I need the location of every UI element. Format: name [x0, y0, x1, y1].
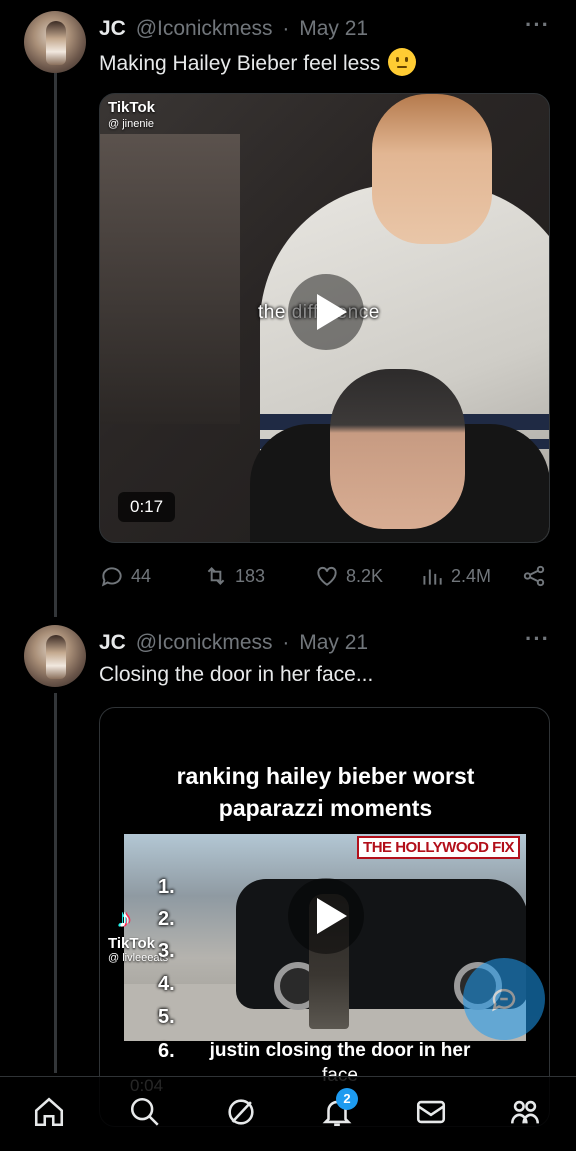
avatar[interactable] [24, 11, 86, 73]
timestamp[interactable]: May 21 [299, 17, 368, 40]
repost-icon [207, 567, 225, 585]
video-player[interactable]: TikTok @ jinenie the difference 0:17 [99, 93, 550, 543]
tiktok-logo-icon: ♪ [118, 903, 131, 933]
tweet-actions: 44 183 8.2K 2.4M [99, 563, 559, 593]
display-name[interactable]: JC [99, 17, 126, 40]
like-button[interactable]: 8.2K [314, 563, 383, 589]
messages-icon[interactable] [414, 1095, 448, 1129]
timestamp[interactable]: May 21 [299, 631, 368, 654]
heart-icon [317, 566, 337, 586]
video-title-line1: ranking hailey bieber worst [176, 763, 475, 789]
repost-count: 183 [235, 565, 266, 586]
more-options-icon[interactable]: ··· [525, 12, 550, 38]
display-name[interactable]: JC [99, 631, 126, 654]
avatar[interactable] [24, 625, 86, 687]
tiktok-logo-text: TikTok [108, 935, 155, 952]
video-title-line2: paparazzi moments [218, 795, 433, 821]
tweet-header: JC @Iconickmess · May 21 [99, 16, 368, 42]
tiktok-watermark: TikTok @ jinenie [108, 100, 155, 132]
play-icon[interactable] [288, 878, 364, 954]
reply-count: 44 [131, 565, 152, 586]
tweet-header: JC @Iconickmess · May 21 [99, 630, 368, 656]
rank-6-caption-line1: justin closing the door in her [209, 1040, 471, 1061]
user-handle[interactable]: @Iconickmess [136, 631, 273, 654]
separator: · [282, 17, 290, 40]
notifications-badge: 2 [336, 1088, 358, 1110]
home-icon[interactable] [32, 1095, 66, 1129]
rank-6: 6. [158, 1040, 175, 1062]
view-count: 2.4M [451, 565, 492, 586]
repost-button[interactable]: 183 [203, 563, 265, 589]
confused-face-icon [388, 48, 417, 76]
separator: · [282, 631, 290, 654]
compose-icon [492, 988, 516, 1012]
tiktok-watermark-handle: @ jinenie [108, 118, 155, 130]
play-icon[interactable] [288, 274, 364, 350]
grok-icon[interactable] [224, 1095, 258, 1129]
reply-icon [101, 567, 122, 587]
thread-line-bottom [54, 693, 57, 1073]
reply-button[interactable]: 44 [99, 563, 151, 589]
search-icon[interactable] [128, 1095, 162, 1129]
like-count: 8.2K [346, 565, 384, 586]
tweet-text-body: Making Hailey Bieber feel less [99, 52, 381, 75]
rank-4: 4. [158, 973, 175, 995]
bottom-nav [0, 1076, 576, 1151]
tweet-1[interactable]: JC @Iconickmess · May 21 ··· Making Hail… [0, 0, 576, 600]
rank-2: 2. [158, 908, 175, 930]
communities-icon[interactable] [508, 1095, 542, 1129]
tweet-text: Closing the door in her face... [99, 663, 374, 686]
rank-1: 1. [158, 876, 175, 898]
views-icon [423, 569, 442, 585]
compose-button[interactable] [463, 958, 545, 1040]
views-button[interactable]: 2.4M [419, 563, 491, 589]
share-button[interactable] [521, 563, 547, 589]
hollywood-fix-logo: THE HOLLYWOOD FIX [357, 836, 520, 859]
user-handle[interactable]: @Iconickmess [136, 17, 273, 40]
share-icon [523, 565, 545, 587]
tiktok-logo-text: TikTok [108, 99, 155, 116]
rank-5: 5. [158, 1006, 175, 1028]
tiktok-watermark: TikTok @ livleeeats [108, 936, 168, 966]
tweet-text: Making Hailey Bieber feel less [99, 48, 417, 77]
rank-3: 3. [158, 940, 175, 962]
video-player[interactable]: ranking hailey bieber worst paparazzi mo… [99, 707, 550, 1127]
more-options-icon[interactable]: ··· [525, 626, 550, 652]
tiktok-watermark-handle: @ livleeeats [108, 952, 169, 964]
video-title: ranking hailey bieber worst paparazzi mo… [100, 760, 549, 824]
video-duration: 0:17 [118, 492, 176, 522]
